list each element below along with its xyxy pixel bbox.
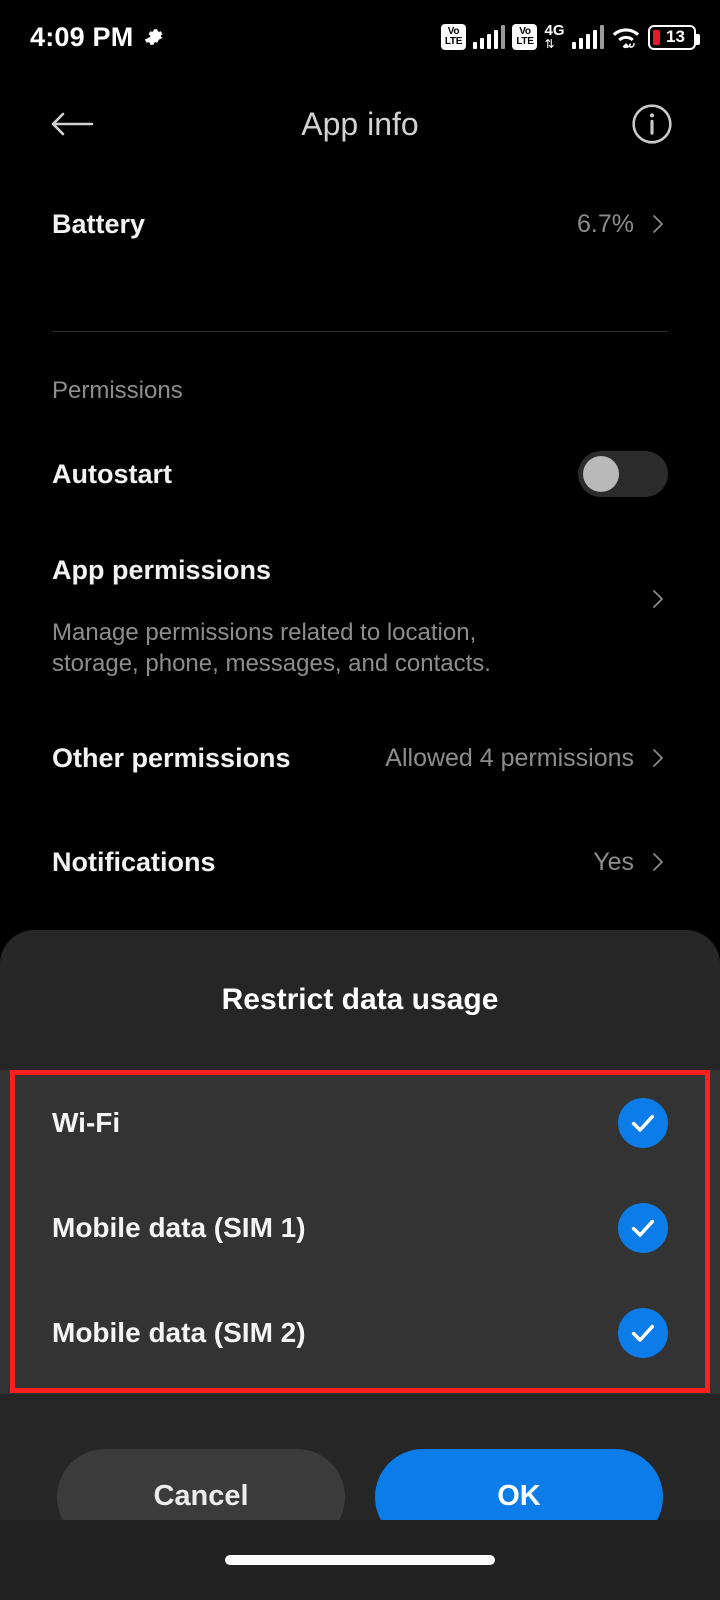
status-bar-right: Vo LTE Vo LTE 4G ⇅ 13 bbox=[440, 22, 700, 51]
info-circle-icon bbox=[632, 104, 672, 144]
settings-row-other-permissions[interactable]: Other permissions Allowed 4 permissions bbox=[0, 727, 720, 789]
other-permissions-label: Other permissions bbox=[52, 742, 291, 773]
volte-sim2-icon: Vo LTE bbox=[512, 24, 538, 50]
app-permissions-subtitle: Manage permissions related to location, … bbox=[52, 619, 491, 677]
battery-icon: 13 bbox=[648, 24, 700, 50]
settings-row-battery[interactable]: Battery 6.7% bbox=[0, 174, 720, 274]
dialog-option-wifi[interactable]: Wi-Fi bbox=[0, 1070, 720, 1175]
battery-row-label: Battery bbox=[52, 208, 146, 239]
page-title: App info bbox=[301, 105, 419, 142]
app-permissions-label: App permissions bbox=[52, 555, 272, 585]
chevron-right-icon bbox=[653, 215, 663, 233]
checkbox-wifi[interactable] bbox=[618, 1097, 668, 1148]
battery-usage-value: 6.7% bbox=[577, 209, 634, 238]
option-label: Mobile data (SIM 1) bbox=[52, 1211, 306, 1243]
status-bar-left: 4:09 PM bbox=[30, 22, 165, 53]
signal-bars-sim1-icon bbox=[472, 25, 506, 49]
signal-bars-sim2-icon bbox=[571, 25, 604, 49]
settings-row-app-permissions[interactable]: App permissions bbox=[0, 555, 720, 609]
gesture-home-handle[interactable] bbox=[225, 1555, 495, 1565]
chevron-right-icon bbox=[653, 749, 663, 767]
settings-list: Battery 6.7% Permissions Autostart App p… bbox=[0, 174, 720, 1007]
app-permissions-text-group: App permissions bbox=[52, 555, 271, 586]
autostart-toggle[interactable] bbox=[578, 451, 668, 497]
toggle-knob bbox=[583, 456, 619, 492]
battery-row-value-group: 6.7% bbox=[577, 210, 668, 239]
app-bar: App info bbox=[0, 74, 720, 174]
dialog-option-sim2[interactable]: Mobile data (SIM 2) bbox=[0, 1280, 720, 1385]
network-type-indicator: 4G ⇅ bbox=[544, 22, 565, 51]
dialog-option-sim1[interactable]: Mobile data (SIM 1) bbox=[0, 1175, 720, 1280]
check-icon bbox=[631, 1114, 655, 1132]
checkbox-mobile-data-sim1[interactable] bbox=[618, 1202, 668, 1253]
data-transfer-icon: ⇅ bbox=[544, 37, 554, 51]
navigation-bar bbox=[0, 1520, 720, 1600]
status-clock: 4:09 PM bbox=[30, 21, 134, 52]
permissions-section-label: Permissions bbox=[52, 377, 183, 404]
app-info-button[interactable] bbox=[626, 98, 678, 150]
phone-screen: 4:09 PM Vo LTE Vo LTE 4G ⇅ 13 App info B… bbox=[0, 0, 720, 1600]
chevron-right-icon bbox=[653, 853, 663, 871]
chevron-right-icon bbox=[653, 590, 663, 608]
battery-level-text: 13 bbox=[666, 27, 685, 46]
notifications-label: Notifications bbox=[52, 846, 216, 877]
settings-row-notifications[interactable]: Notifications Yes bbox=[0, 831, 720, 893]
notifications-value-group: Yes bbox=[593, 848, 668, 877]
check-icon bbox=[631, 1324, 655, 1342]
volte-sim1-icon: Vo LTE bbox=[440, 24, 466, 50]
network-type-label: 4G bbox=[544, 22, 565, 39]
wifi-icon bbox=[611, 24, 641, 50]
volte-bottom-text: LTE bbox=[516, 36, 534, 47]
notifications-value: Yes bbox=[593, 847, 634, 876]
back-button[interactable] bbox=[42, 94, 102, 154]
dialog-option-list: Wi-Fi Mobile data (SIM 1) Mobile data (S… bbox=[0, 1070, 720, 1394]
settings-row-autostart[interactable]: Autostart bbox=[0, 437, 720, 511]
other-permissions-value: Allowed 4 permissions bbox=[385, 743, 634, 772]
back-arrow-icon bbox=[51, 112, 94, 136]
gear-icon bbox=[143, 26, 165, 48]
autostart-label: Autostart bbox=[52, 458, 172, 489]
other-permissions-value-group: Allowed 4 permissions bbox=[385, 744, 668, 773]
checkbox-mobile-data-sim2[interactable] bbox=[618, 1307, 668, 1358]
dialog-title: Restrict data usage bbox=[221, 983, 499, 1016]
check-icon bbox=[631, 1219, 655, 1237]
option-label: Wi-Fi bbox=[52, 1106, 121, 1138]
status-bar: 4:09 PM Vo LTE Vo LTE 4G ⇅ 13 bbox=[0, 0, 720, 74]
restrict-data-usage-dialog: Restrict data usage Wi-Fi Mobile data (S… bbox=[0, 930, 720, 1600]
volte-bottom-text: LTE bbox=[444, 36, 463, 47]
option-label: Mobile data (SIM 2) bbox=[52, 1316, 306, 1348]
